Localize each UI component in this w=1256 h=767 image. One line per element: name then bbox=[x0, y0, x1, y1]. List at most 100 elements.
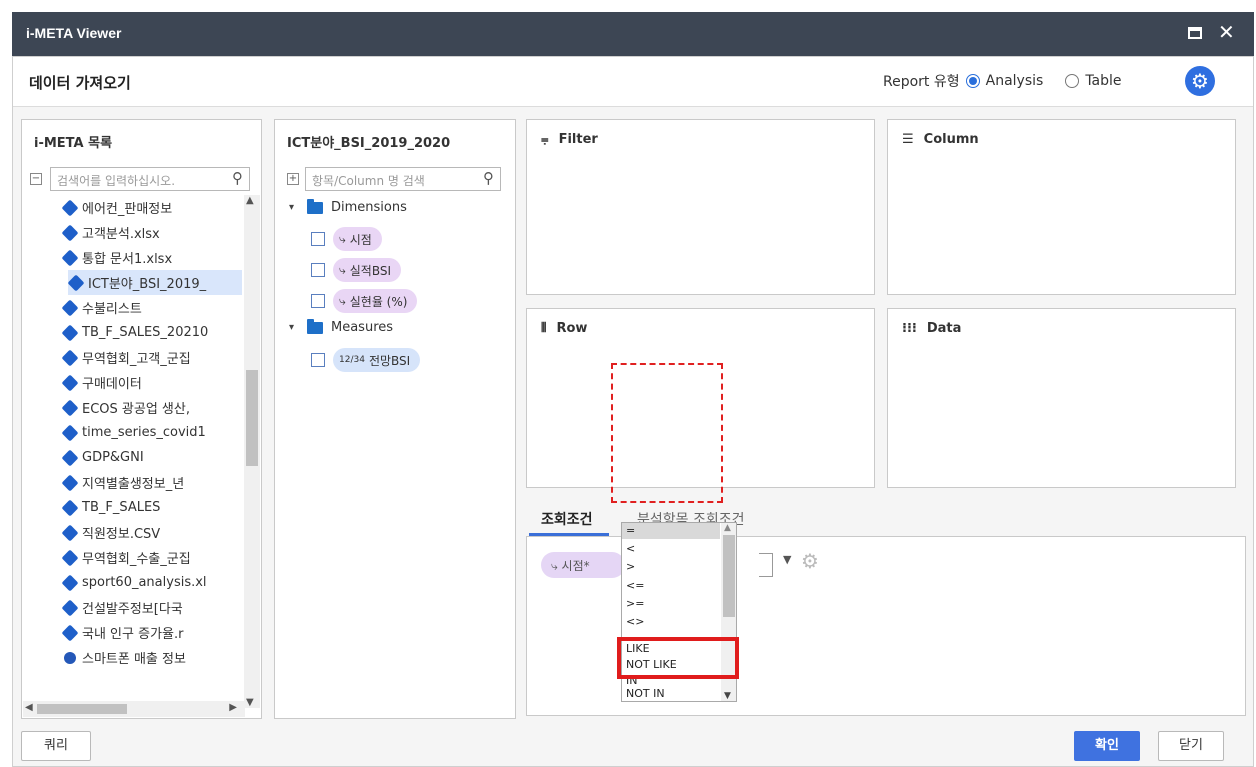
list-item[interactable]: 스마트폰 매출 정보 bbox=[62, 645, 240, 670]
scroll-thumb[interactable] bbox=[246, 370, 258, 466]
filter-zone[interactable]: ⩦ Filter bbox=[526, 119, 875, 295]
list-item[interactable]: 고객분석.xlsx bbox=[62, 220, 240, 245]
numeric-icon: 12/34 bbox=[339, 355, 365, 365]
scroll-thumb[interactable] bbox=[37, 704, 127, 714]
cube-icon bbox=[62, 549, 79, 566]
meta-search-input[interactable]: 검색어를 입력하십시오. ⚲ bbox=[50, 167, 250, 191]
dimension-chip[interactable]: ⤷ 실적BSI bbox=[333, 258, 401, 282]
list-item[interactable]: 국내 인구 증가율.r bbox=[62, 620, 240, 645]
column-zone[interactable]: ☰ Column bbox=[887, 119, 1236, 295]
meta-list-hscrollbar[interactable]: ◀ ▶ bbox=[23, 701, 245, 717]
scroll-right-arrow-icon[interactable]: ▶ bbox=[229, 702, 237, 713]
analysis-radio-label[interactable]: Analysis bbox=[986, 73, 1044, 89]
meta-search-placeholder: 검색어를 입력하십시오. bbox=[57, 174, 176, 188]
gear-icon[interactable]: ⚙ bbox=[801, 549, 819, 573]
dimension-chip[interactable]: ⤷ 실현율 (%) bbox=[333, 289, 418, 313]
list-item[interactable]: TB_F_SALES_20210 bbox=[62, 320, 240, 345]
chevron-down-icon[interactable]: ▾ bbox=[289, 322, 299, 333]
operator-option[interactable]: >= bbox=[626, 596, 644, 612]
list-item[interactable]: sport60_analysis.xl bbox=[62, 570, 240, 595]
list-item[interactable]: 지역별출생정보_년 bbox=[62, 470, 240, 495]
measure-chip[interactable]: 12/34 전망BSI bbox=[333, 348, 421, 372]
scroll-down-arrow-icon[interactable]: ▼ bbox=[246, 697, 254, 708]
list-item[interactable]: GDP&GNI bbox=[62, 445, 240, 470]
search-icon[interactable]: ⚲ bbox=[232, 169, 243, 187]
field-checkbox[interactable] bbox=[311, 263, 325, 277]
maximize-icon[interactable] bbox=[1188, 27, 1202, 39]
field-item[interactable]: ⤷ 실적BSI bbox=[311, 258, 401, 282]
list-item-selected[interactable]: ICT분야_BSI_2019_ bbox=[68, 270, 242, 295]
dimension-chip[interactable]: ⤷ 시점 bbox=[333, 227, 382, 251]
scroll-down-arrow-icon[interactable]: ▼ bbox=[724, 691, 731, 701]
cube-icon bbox=[62, 449, 79, 466]
search-icon[interactable]: ⚲ bbox=[483, 169, 494, 187]
list-item[interactable]: 수불리스트 bbox=[62, 295, 240, 320]
measures-folder[interactable]: ▾ Measures bbox=[289, 318, 394, 335]
field-checkbox[interactable] bbox=[311, 232, 325, 246]
query-button[interactable]: 쿼리 bbox=[21, 731, 91, 761]
hierarchy-icon: ⤷ bbox=[339, 293, 346, 308]
cube-icon bbox=[62, 349, 79, 366]
cube-icon bbox=[62, 374, 79, 391]
scroll-up-arrow-icon[interactable]: ▲ bbox=[246, 195, 254, 206]
measures-label: Measures bbox=[331, 320, 394, 335]
scroll-thumb[interactable] bbox=[723, 535, 735, 617]
report-type-label: Report 유형 bbox=[883, 74, 960, 90]
table-radio-label[interactable]: Table bbox=[1085, 73, 1121, 89]
operator-option[interactable]: <> bbox=[626, 614, 644, 630]
cube-icon bbox=[62, 574, 79, 591]
operator-option[interactable]: > bbox=[626, 559, 635, 575]
list-item[interactable]: 에어컨_판매정보 bbox=[62, 195, 240, 220]
cube-icon bbox=[62, 399, 79, 416]
operator-option[interactable]: = bbox=[622, 523, 720, 539]
data-zone[interactable]: ⁝⁝⁝ Data bbox=[887, 308, 1236, 488]
scroll-left-arrow-icon[interactable]: ◀ bbox=[25, 702, 33, 713]
field-checkbox[interactable] bbox=[311, 353, 325, 367]
close-icon[interactable]: ✕ bbox=[1218, 21, 1235, 43]
field-item[interactable]: ⤷ 시점 bbox=[311, 227, 382, 251]
import-dialog: 데이터 가져오기 Report 유형 Analysis Table ⚙ i-ME… bbox=[12, 56, 1254, 767]
meta-list-vscrollbar[interactable]: ▲ ▼ bbox=[244, 195, 260, 708]
cube-icon bbox=[62, 199, 79, 216]
confirm-button[interactable]: 확인 bbox=[1074, 731, 1140, 761]
list-item[interactable]: TB_F_SALES bbox=[62, 495, 240, 520]
operator-option[interactable]: NOT IN bbox=[626, 686, 665, 701]
field-item[interactable]: 12/34 전망BSI bbox=[311, 348, 421, 372]
condition-value-input[interactable] bbox=[759, 553, 773, 577]
report-type-selector: Report 유형 Analysis Table bbox=[883, 71, 1122, 91]
operator-option[interactable]: < bbox=[626, 541, 635, 557]
row-icon: ⫴ bbox=[541, 321, 547, 336]
settings-gear-icon[interactable]: ⚙ bbox=[1185, 66, 1215, 96]
chevron-down-icon[interactable]: ▾ bbox=[289, 202, 299, 213]
chevron-down-icon[interactable]: ▼ bbox=[783, 553, 791, 566]
operator-option[interactable]: <= bbox=[626, 578, 644, 594]
cube-icon bbox=[62, 324, 79, 341]
field-search-input[interactable]: 항목/Column 명 검색 ⚲ bbox=[305, 167, 501, 191]
list-item[interactable]: 건설발주정보[다국 bbox=[62, 595, 240, 620]
condition-chip[interactable]: ⤷ 시점* bbox=[541, 552, 625, 578]
cube-icon bbox=[62, 499, 79, 516]
cube-icon bbox=[62, 474, 79, 491]
list-item[interactable]: 통합 문서1.xlsx bbox=[62, 245, 240, 270]
tab-query-conditions[interactable]: 조회조건 bbox=[529, 509, 609, 536]
expand-toggle-icon[interactable]: + bbox=[287, 173, 299, 185]
field-panel: ICT분야_BSI_2019_2020 + 항목/Column 명 검색 ⚲ ▾… bbox=[274, 119, 516, 719]
analysis-radio[interactable] bbox=[965, 74, 980, 88]
table-radio[interactable] bbox=[1065, 74, 1080, 88]
list-item[interactable]: ECOS 광공업 생산, bbox=[62, 395, 240, 420]
list-item[interactable]: 무역협회_수출_군집 bbox=[62, 545, 240, 570]
field-checkbox[interactable] bbox=[311, 294, 325, 308]
dimensions-folder[interactable]: ▾ Dimensions bbox=[289, 198, 407, 215]
list-item[interactable]: 무역협회_고객_군집 bbox=[62, 345, 240, 370]
list-item[interactable]: 직원정보.CSV bbox=[62, 520, 240, 545]
list-item[interactable]: 구매데이터 bbox=[62, 370, 240, 395]
list-item[interactable]: time_series_covid1 bbox=[62, 420, 240, 445]
scroll-up-arrow-icon[interactable]: ▲ bbox=[724, 523, 731, 533]
filter-zone-title: Filter bbox=[558, 132, 598, 147]
field-search-placeholder: 항목/Column 명 검색 bbox=[312, 174, 425, 188]
dialog-title: 데이터 가져오기 bbox=[29, 74, 131, 92]
collapse-toggle-icon[interactable]: − bbox=[30, 173, 42, 185]
close-button[interactable]: 닫기 bbox=[1158, 731, 1224, 761]
field-item[interactable]: ⤷ 실현율 (%) bbox=[311, 289, 418, 313]
meta-list-panel: i-META 목록 − 검색어를 입력하십시오. ⚲ 에어컨_판매정보 고객분석… bbox=[21, 119, 262, 719]
